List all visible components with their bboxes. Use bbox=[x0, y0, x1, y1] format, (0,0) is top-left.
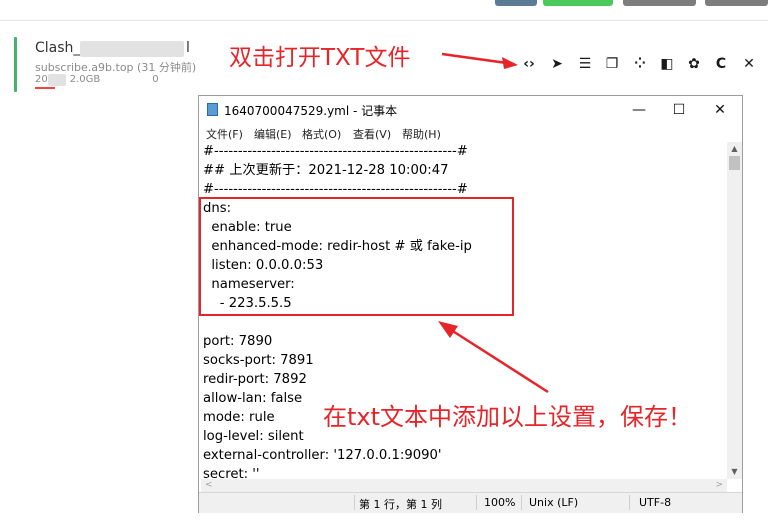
gear-icon[interactable]: ✿ bbox=[685, 55, 703, 73]
profile-name-redacted bbox=[80, 41, 184, 57]
text-line: external-controller: '127.0.0.1:9090' bbox=[203, 448, 442, 463]
code-icon[interactable]: ‹› bbox=[520, 55, 538, 73]
scroll-left-arrow-icon[interactable]: < bbox=[205, 479, 213, 492]
send-icon[interactable]: ➤ bbox=[548, 55, 566, 73]
text-line: allow-lan: false bbox=[203, 391, 303, 406]
profile-active-indicator bbox=[14, 37, 17, 92]
annotation-bottom: 在txt文本中添加以上设置，保存！ bbox=[323, 403, 693, 431]
notepad-titlebar[interactable]: 1640700047529.yml - 记事本 — ☐ ✕ bbox=[199, 96, 742, 124]
top-button-3[interactable] bbox=[623, 0, 696, 6]
top-button-4[interactable] bbox=[705, 0, 768, 6]
menu-format[interactable]: 格式(O) bbox=[302, 126, 341, 142]
text-line: log-level: silent bbox=[203, 429, 304, 444]
scroll-down-arrow-icon[interactable]: ▼ bbox=[727, 465, 742, 479]
profile-name[interactable]: Clash_ bbox=[35, 40, 80, 56]
list-icon[interactable]: ☰ bbox=[576, 55, 594, 73]
copy-icon[interactable]: ❐ bbox=[603, 55, 621, 73]
menu-edit[interactable]: 编辑(E) bbox=[254, 126, 292, 142]
text-line: mode: rule bbox=[203, 410, 275, 425]
horizontal-scrollbar[interactable]: < > bbox=[201, 479, 727, 492]
text-line: socks-port: 7891 bbox=[203, 353, 314, 368]
text-line: #---------------------------------------… bbox=[203, 144, 468, 159]
top-button-1[interactable] bbox=[495, 0, 537, 6]
vertical-scrollbar[interactable]: ▲ ▼ bbox=[727, 142, 742, 479]
top-button-2[interactable] bbox=[543, 0, 613, 6]
annotation-top: 双击打开TXT文件 bbox=[229, 45, 411, 71]
maximize-button[interactable]: ☐ bbox=[659, 96, 699, 124]
status-divider bbox=[476, 495, 477, 510]
refresh-icon[interactable]: C bbox=[712, 55, 730, 73]
notepad-statusbar: 第 1 行，第 1 列 100% Unix (LF) UTF-8 bbox=[199, 492, 742, 513]
text-line: ## 上次更新于：2021-12-28 10:00:47 bbox=[203, 163, 449, 178]
notepad-menubar: 文件(F) 编辑(E) 格式(O) 查看(V) 帮助(H) bbox=[199, 124, 742, 142]
profile-usage-prefix: 20 bbox=[35, 74, 48, 85]
status-eol: Unix (LF) bbox=[529, 496, 579, 509]
text-line: redir-port: 7892 bbox=[203, 372, 307, 387]
status-divider bbox=[354, 495, 355, 510]
text-line: secret: '' bbox=[203, 467, 260, 479]
profile-name-suffix: l bbox=[186, 40, 190, 56]
scroll-right-arrow-icon[interactable]: > bbox=[715, 479, 723, 492]
header-divider bbox=[0, 20, 768, 21]
status-encoding: UTF-8 bbox=[639, 496, 672, 509]
profile-subtitle: subscribe.a9b.top (31 分钟前) bbox=[35, 61, 197, 74]
annotation-arrow-top bbox=[441, 52, 518, 69]
menu-file[interactable]: 文件(F) bbox=[206, 126, 243, 142]
scroll-thumb[interactable] bbox=[729, 156, 740, 170]
window-close-button[interactable]: ✕ bbox=[700, 96, 740, 124]
profile-usage-mid: 2.0GB bbox=[69, 74, 101, 85]
highlight-box bbox=[199, 197, 514, 316]
close-icon[interactable]: ✕ bbox=[740, 55, 758, 73]
profile-usage-suffix: 0 bbox=[152, 74, 159, 85]
notepad-title: 1640700047529.yml - 记事本 bbox=[224, 104, 398, 118]
scroll-up-arrow-icon[interactable]: ▲ bbox=[727, 142, 742, 156]
status-divider bbox=[629, 495, 630, 510]
status-position: 第 1 行，第 1 列 bbox=[359, 498, 442, 511]
menu-view[interactable]: 查看(V) bbox=[353, 126, 391, 142]
annotation-arrow-bottom bbox=[438, 321, 549, 394]
menu-help[interactable]: 帮助(H) bbox=[402, 126, 441, 142]
notepad-icon bbox=[207, 103, 218, 116]
profile-name-text: Clash_ bbox=[35, 40, 81, 56]
qrcode-icon[interactable]: ⁘ bbox=[631, 55, 649, 73]
profile-usage-redacted bbox=[48, 74, 66, 86]
text-line: port: 7890 bbox=[203, 334, 273, 349]
status-zoom: 100% bbox=[484, 496, 516, 509]
usage-progress-bar bbox=[35, 87, 55, 89]
split-icon[interactable]: ◧ bbox=[658, 55, 676, 73]
minimize-button[interactable]: — bbox=[619, 96, 659, 124]
status-divider bbox=[521, 495, 522, 510]
